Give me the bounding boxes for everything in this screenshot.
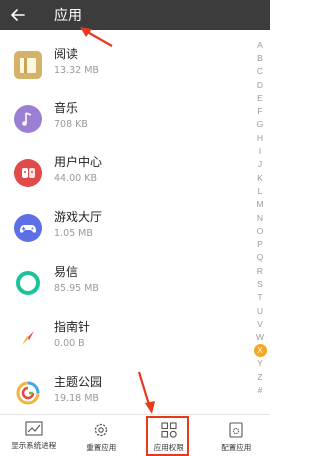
app-size: 85.95 MB	[54, 283, 99, 294]
index-letter[interactable]: M	[253, 198, 267, 211]
index-letter[interactable]: W	[253, 331, 267, 344]
index-letter[interactable]: C	[253, 65, 267, 78]
index-letter[interactable]: E	[253, 91, 267, 104]
page-title: 应用	[54, 8, 82, 24]
index-letter[interactable]: R	[253, 264, 267, 277]
theme-park-icon	[13, 378, 43, 408]
app-list: 阅读 13.32 MB 音乐 708 KB 用户中心 44.00 KB 游戏大厅…	[0, 30, 250, 414]
index-letter[interactable]: I	[253, 144, 267, 157]
app-permissions-button[interactable]: 应用权限	[135, 415, 203, 456]
index-letter[interactable]: J	[253, 158, 267, 171]
user-center-icon	[13, 158, 43, 188]
index-letter[interactable]: H	[253, 131, 267, 144]
list-item-app-1[interactable]: 音乐 708 KB	[0, 92, 250, 146]
app-size: 13.32 MB	[54, 65, 99, 76]
app-name: 游戏大厅	[54, 210, 103, 224]
list-item-app-3[interactable]: 游戏大厅 1.05 MB	[0, 201, 250, 255]
show-system-processes-button[interactable]: 显示系统进程	[0, 415, 68, 456]
yixin-chat-icon	[13, 268, 43, 298]
back-arrow-icon	[11, 9, 25, 21]
list-item-app-5[interactable]: 指南针 0.00 B	[0, 311, 250, 365]
settings-file-icon	[229, 422, 243, 438]
index-letter[interactable]: V	[253, 317, 267, 330]
app-name: 易信	[54, 265, 79, 279]
index-letter[interactable]: A	[253, 38, 267, 51]
index-letter[interactable]: S	[253, 277, 267, 290]
index-letter[interactable]: T	[253, 291, 267, 304]
index-letter[interactable]: Z	[253, 370, 267, 383]
app-name: 主题公园	[54, 375, 103, 389]
app-size: 44.00 KB	[54, 173, 97, 184]
tab-label: 重置应用	[86, 443, 117, 452]
back-button[interactable]	[0, 0, 36, 30]
index-letter[interactable]: B	[253, 51, 267, 64]
compass-icon	[13, 323, 43, 353]
bottom-toolbar: 显示系统进程 重置应用 应用权限 配置应用	[0, 415, 270, 456]
list-item-app-6[interactable]: 主题公园 19.18 MB	[0, 366, 250, 414]
list-item-app-4[interactable]: 易信 85.95 MB	[0, 256, 250, 310]
index-letter[interactable]: D	[253, 78, 267, 91]
book-icon	[13, 50, 43, 80]
index-letter[interactable]: O	[253, 224, 267, 237]
index-letter[interactable]: Y	[253, 357, 267, 370]
index-letter[interactable]: K	[253, 171, 267, 184]
gear-icon	[95, 423, 108, 437]
music-note-icon	[13, 104, 43, 134]
alphabet-index-bar[interactable]: A B C D E F G H I J K L M N O P Q R S T …	[250, 38, 270, 397]
app-name: 阅读	[54, 47, 79, 61]
app-size: 708 KB	[54, 119, 88, 130]
app-name: 指南针	[54, 320, 91, 334]
index-letter[interactable]: #	[253, 383, 267, 396]
configure-apps-button[interactable]: 配置应用	[203, 415, 271, 456]
tab-label: 显示系统进程	[11, 441, 57, 450]
index-letter[interactable]: P	[253, 237, 267, 250]
app-name: 音乐	[54, 101, 79, 115]
tab-label: 配置应用	[221, 443, 252, 452]
index-letter[interactable]: U	[253, 304, 267, 317]
index-letter[interactable]: G	[253, 118, 267, 131]
index-letter[interactable]: F	[253, 104, 267, 117]
index-letter[interactable]: Q	[253, 251, 267, 264]
grid-apps-icon	[161, 422, 177, 438]
app-size: 19.18 MB	[54, 393, 99, 404]
tab-label: 应用权限	[153, 443, 184, 452]
list-item-app-2[interactable]: 用户中心 44.00 KB	[0, 146, 250, 200]
index-letter[interactable]: N	[253, 211, 267, 224]
app-size: 1.05 MB	[54, 228, 93, 239]
app-size: 0.00 B	[54, 338, 85, 349]
index-letter[interactable]: L	[253, 184, 267, 197]
gamepad-icon	[13, 213, 43, 243]
app-bar: 应用	[0, 0, 270, 30]
app-name: 用户中心	[54, 155, 103, 169]
chart-icon	[25, 421, 43, 436]
reset-apps-button[interactable]: 重置应用	[68, 415, 136, 456]
list-item-app-0[interactable]: 阅读 13.32 MB	[0, 38, 250, 92]
index-letter-active[interactable]: X	[253, 343, 267, 357]
